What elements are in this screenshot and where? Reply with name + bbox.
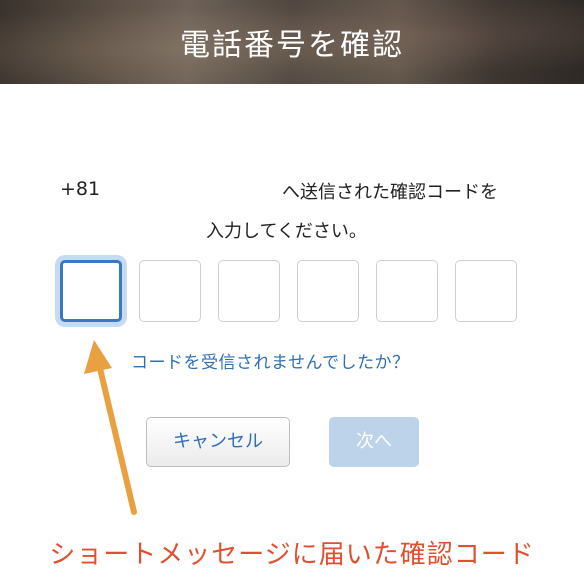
code-digit-input-1[interactable] (60, 260, 122, 322)
code-digit-input-4[interactable] (297, 260, 359, 322)
resend-code-link[interactable]: コードを受信されませんでしたか？ (131, 348, 410, 373)
arrow-shaft (95, 357, 137, 515)
instruction-text-line1: へ送信された確認コードを (282, 182, 498, 203)
phone-country-code: +81 (60, 178, 101, 200)
code-digit-input-2[interactable] (139, 260, 201, 322)
cancel-button[interactable]: キャンセル (146, 417, 290, 467)
page-title: 電話番号を確認 (180, 28, 404, 63)
code-digit-input-3[interactable] (218, 260, 280, 322)
instruction-text-line2: 入力してください。 (206, 221, 367, 242)
arrow-head-icon (84, 340, 112, 374)
next-button[interactable]: 次へ (329, 417, 419, 467)
code-digit-input-6[interactable] (455, 260, 517, 322)
code-digit-input-5[interactable] (376, 260, 438, 322)
annotation-caption: ショートメッセージに届いた確認コード (49, 540, 535, 570)
header-banner: 電話番号を確認 (0, 0, 584, 84)
